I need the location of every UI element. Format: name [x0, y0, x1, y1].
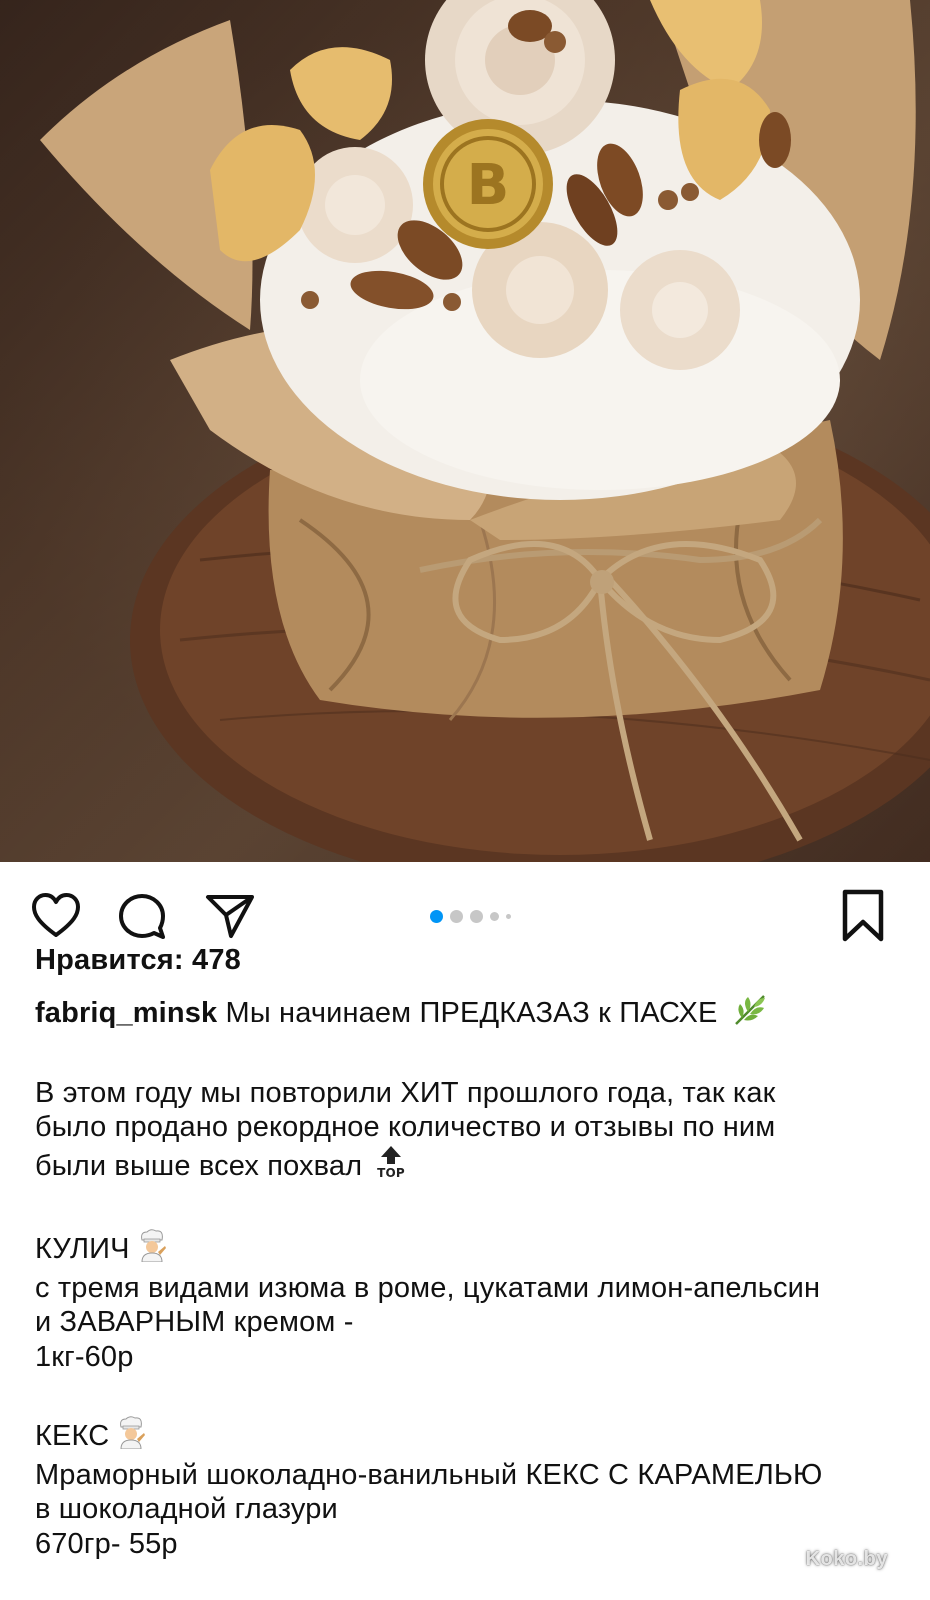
likes-count[interactable]: Нравится: 478: [35, 944, 241, 977]
cook-emoji: [115, 1415, 147, 1458]
product-keks: КЕКС Мраморный шоколадно-ванильный КЕКС …: [35, 1415, 905, 1561]
carousel-indicator: [430, 909, 511, 923]
caption-line: В этом году мы повторили ХИТ прошлого го…: [35, 1076, 776, 1109]
carousel-dot[interactable]: [506, 913, 511, 919]
caption-line: были выше всех похвал: [35, 1149, 363, 1182]
carousel-dot[interactable]: [470, 909, 483, 923]
carousel-dot[interactable]: [450, 909, 463, 923]
svg-text:B: B: [467, 153, 510, 218]
carousel-dot-active[interactable]: [430, 909, 443, 923]
herb-emoji: [732, 994, 768, 1035]
top-arrow-emoji: TOP: [376, 1145, 406, 1188]
kulich-photo-illustration: B: [40, 0, 930, 862]
username-link[interactable]: fabriq_minsk: [35, 997, 217, 1029]
post-caption: fabriq_minsk Мы начинаем ПРЕДКАЗАЗ к ПАС…: [35, 994, 905, 1561]
post-photo[interactable]: B: [0, 0, 930, 862]
comment-icon[interactable]: [116, 890, 168, 942]
product-description: с тремя видами изюма в роме, цукатами ли…: [35, 1271, 821, 1304]
paper-plane-icon[interactable]: [204, 890, 256, 942]
product-description: Мраморный шоколадно-ванильный КЕКС С КАР…: [35, 1458, 823, 1491]
carousel-dot[interactable]: [490, 911, 499, 921]
heart-icon[interactable]: [30, 890, 82, 942]
watermark: Koko.by: [805, 1548, 888, 1570]
caption-paragraph: В этом году мы повторили ХИТ прошлого го…: [35, 1076, 905, 1188]
product-title: КЕКС: [35, 1420, 110, 1452]
bookmark-icon[interactable]: [840, 888, 886, 944]
product-price: 670гр- 55р: [35, 1527, 178, 1560]
caption-headline: Мы начинаем ПРЕДКАЗАЗ к ПАСХЕ: [225, 997, 718, 1029]
product-kulich: КУЛИЧ с тремя видами изюма в роме, цукат…: [35, 1228, 905, 1374]
product-title: КУЛИЧ: [35, 1233, 130, 1265]
product-description: в шоколадной глазури: [35, 1493, 338, 1525]
product-description: и ЗАВАРНЫМ кремом -: [35, 1306, 354, 1338]
svg-text:TOP: TOP: [378, 1166, 406, 1179]
product-price: 1кг-60р: [35, 1340, 134, 1373]
cook-emoji: [136, 1228, 168, 1271]
caption-line: было продано рекордное количество и отзы…: [35, 1111, 776, 1143]
